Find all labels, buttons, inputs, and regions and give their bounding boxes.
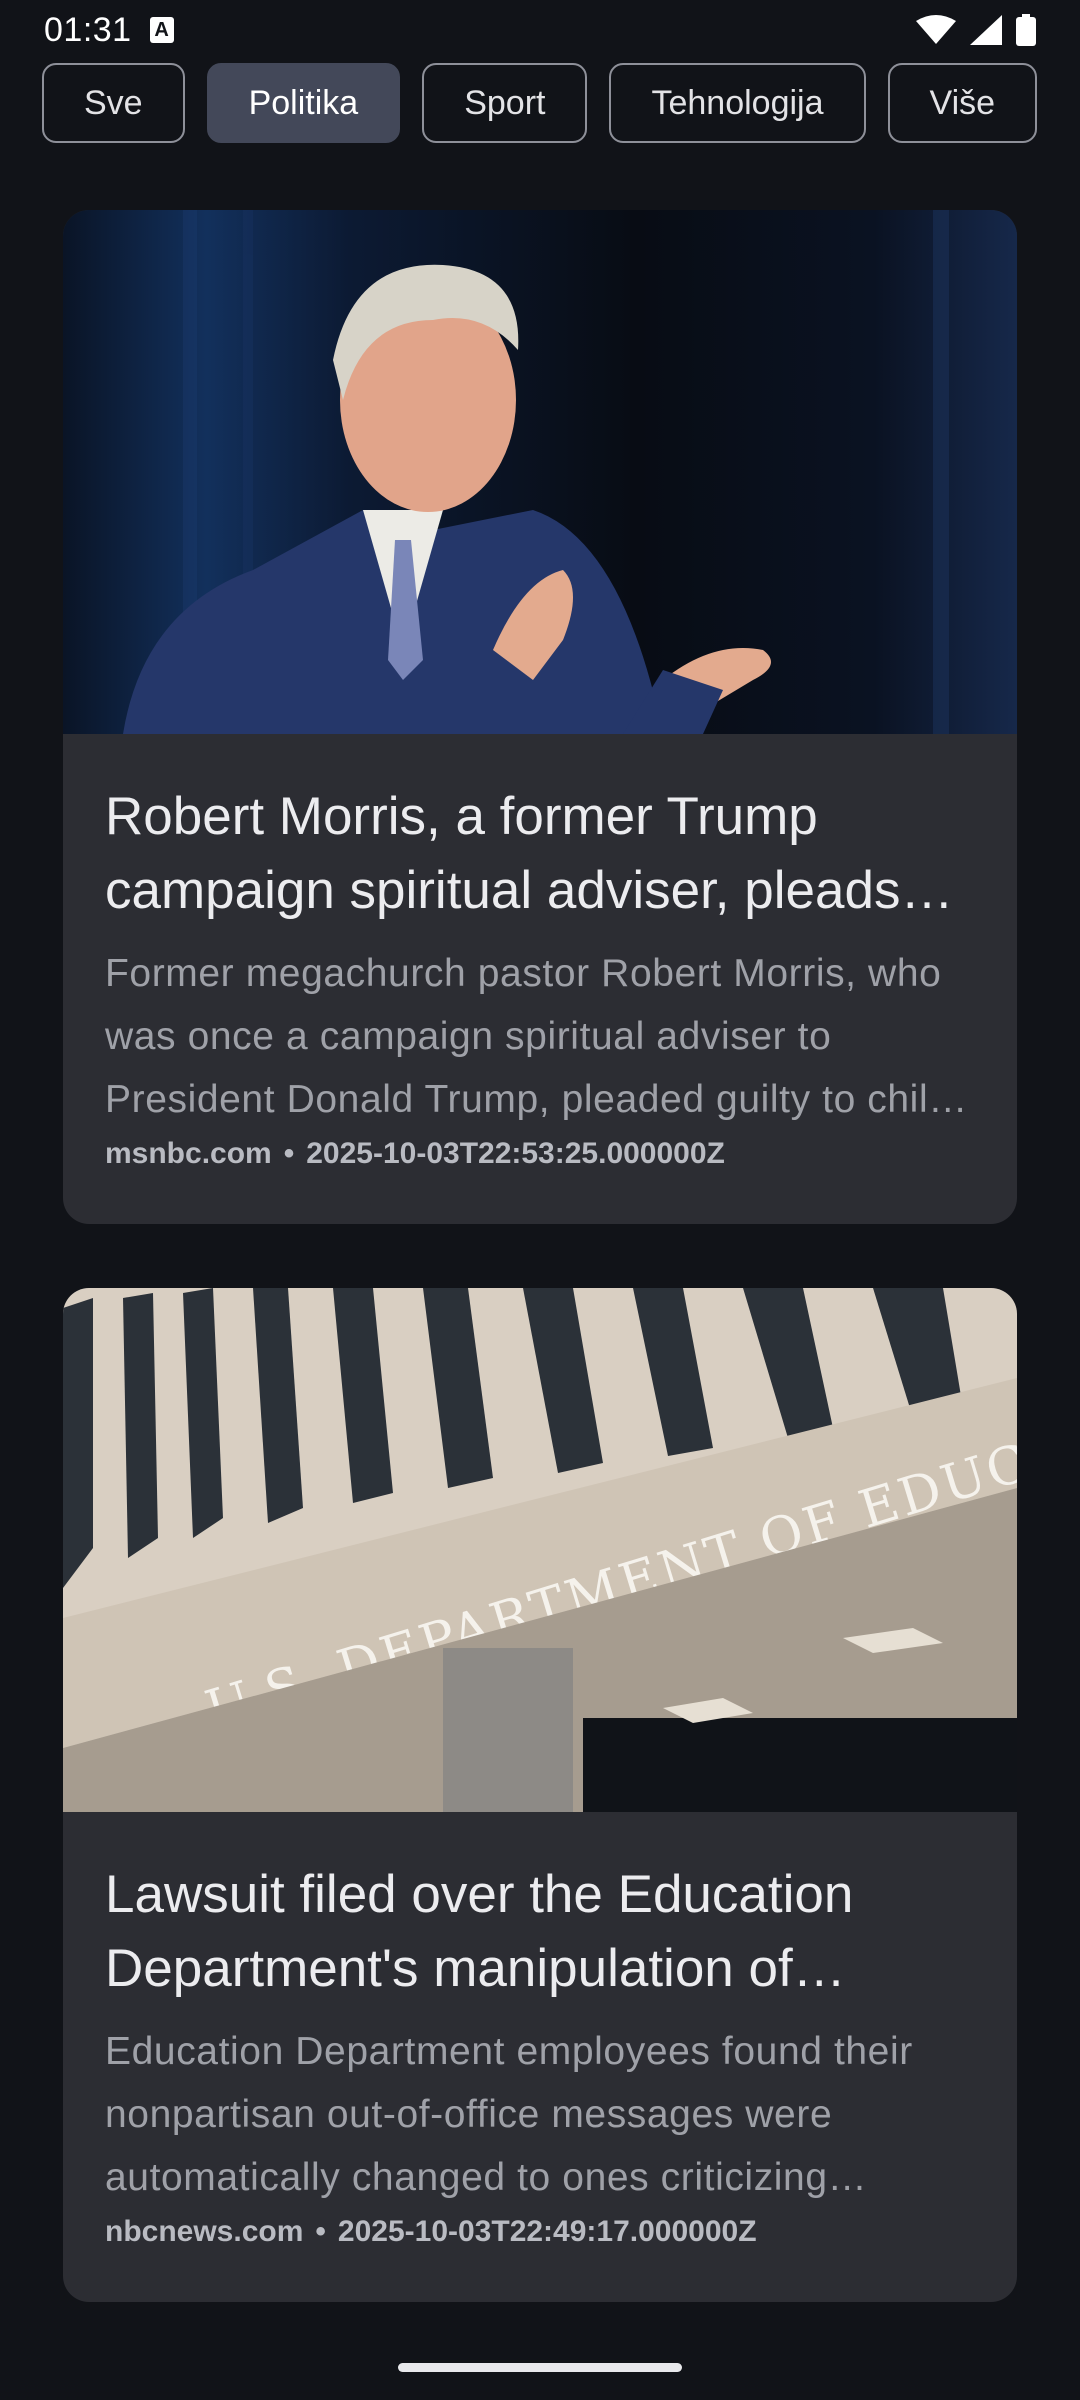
chip-sport[interactable]: Sport xyxy=(422,63,588,143)
article-description: Former megachurch pastor Robert Morris, … xyxy=(105,952,951,1121)
wifi-icon xyxy=(916,15,956,44)
photo-man-clapping xyxy=(63,210,1017,734)
article-title: Lawsuit filed over the Education Departm… xyxy=(105,1865,854,1998)
chip-politika[interactable]: Politika xyxy=(206,63,401,143)
signal-icon xyxy=(970,15,1002,45)
article-image xyxy=(63,210,1017,734)
meta-separator: • xyxy=(315,2215,326,2248)
chip-label: Politika xyxy=(248,83,359,122)
meta-separator: • xyxy=(283,1137,295,1170)
status-time: 01:31 xyxy=(44,10,132,49)
status-icons xyxy=(916,14,1036,46)
article-description: Education Department employees found the… xyxy=(105,2030,913,2199)
chip-sve[interactable]: Sve xyxy=(42,63,185,143)
chip-vise[interactable]: Više xyxy=(887,63,1038,143)
article-title: Robert Morris, a former Trump campaign s… xyxy=(105,787,901,920)
article-card[interactable]: U.S. DEPARTMENT OF EDUCATION Lawsuit fil… xyxy=(63,1288,1017,2302)
chip-label: Tehnologija xyxy=(651,83,824,122)
status-left: 01:31 A xyxy=(44,11,174,50)
status-bar: 01:31 A xyxy=(0,0,1080,60)
article-card[interactable]: Robert Morris, a former Trump campaign s… xyxy=(63,210,1017,1224)
battery-icon xyxy=(1016,14,1036,46)
article-meta: msnbc.com • 2025-10-03T22:53:25.000000Z xyxy=(105,1137,975,1171)
a-box-icon: A xyxy=(149,17,174,43)
chip-label: Sport xyxy=(464,83,546,122)
article-source: msnbc.com xyxy=(105,1137,272,1170)
chip-tehnologija[interactable]: Tehnologija xyxy=(609,63,866,143)
article-timestamp: 2025-10-03T22:49:17.000000Z xyxy=(337,2215,757,2248)
article-body: Robert Morris, a former Trump campaign s… xyxy=(63,734,1017,1171)
article-image: U.S. DEPARTMENT OF EDUCATION xyxy=(63,1288,1017,1812)
article-timestamp: 2025-10-03T22:53:25.000000Z xyxy=(306,1137,725,1170)
chip-label: Sve xyxy=(84,83,143,122)
photo-education-building: U.S. DEPARTMENT OF EDUCATION xyxy=(63,1288,1017,1812)
article-body: Lawsuit filed over the Education Departm… xyxy=(63,1812,1017,2249)
article-meta: nbcnews.com • 2025-10-03T22:49:17.000000… xyxy=(105,2215,975,2249)
category-chips: Sve Politika Sport Tehnologija Više xyxy=(42,63,1038,147)
article-source: nbcnews.com xyxy=(105,2215,304,2248)
home-indicator[interactable] xyxy=(398,2363,682,2372)
chip-label: Više xyxy=(929,83,996,122)
